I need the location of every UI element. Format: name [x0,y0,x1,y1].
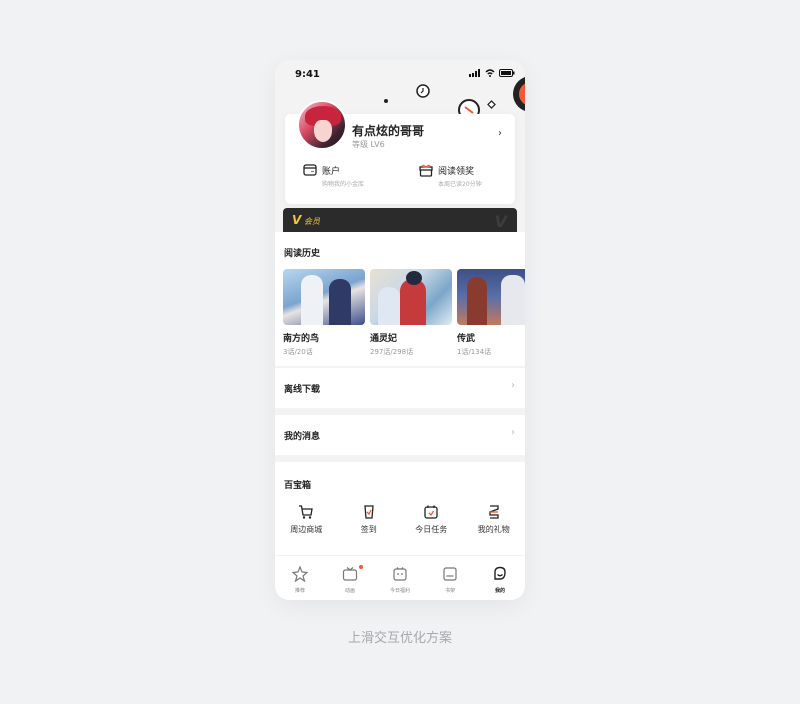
bookshelf-icon [443,567,457,581]
reading-reward-sub: 本周已读20分钟 [438,181,482,188]
tool-label: 周边商城 [290,525,323,534]
vip-watermark: V [494,212,507,231]
me-icon [494,566,506,580]
tab-me[interactable]: 我的 [475,556,525,600]
book-title: 传武 [457,334,476,344]
vip-banner[interactable]: V 会员 V [283,208,517,232]
wifi-icon [485,69,495,77]
vip-logo: V [292,213,302,227]
tv-icon [342,567,358,581]
dot-doodle-icon [384,99,388,103]
account-entry[interactable]: 账户 购物我的小金库 [303,164,364,188]
toolbox-grid: 周边商城 签到 今日任务 我的礼物 [275,504,525,535]
book-item[interactable]: 南方的鸟 3话/20话 [283,269,365,357]
book-cover[interactable] [283,269,365,325]
book-title: 通灵妃 [370,334,398,344]
my-messages-label: 我的消息 [284,432,321,442]
offline-download-label: 离线下载 [284,385,321,395]
book-title: 南方的鸟 [283,334,320,344]
reading-reward-label: 阅读领奖 [438,167,475,177]
giftbox-icon [419,164,433,177]
reading-reward-entry[interactable]: 阅读领奖 本周已读20分钟 [419,164,482,188]
tab-label: 今日福利 [389,588,410,594]
status-icons [469,69,515,77]
tool-label: 签到 [360,525,377,534]
tool-label: 我的礼物 [477,525,510,534]
recommend-icon [291,565,309,583]
status-bar: 9:41 [275,60,525,90]
book-cover[interactable] [370,269,452,325]
book-progress: 1话/134话 [457,348,492,356]
book-cover[interactable] [457,269,525,325]
tool-checkin[interactable]: 签到 [338,504,401,535]
phone-frame: 9:41 有点炫的哥哥 等级 LV6 › 账户 购物我的小金库 阅读领奖 本周已… [275,60,525,600]
tab-label: 书架 [444,588,455,594]
tool-gift[interactable]: 我的礼物 [463,504,526,535]
bottom-tab-bar: 推荐 动画 今日福利 书架 我的 [275,555,525,600]
tool-shop[interactable]: 周边商城 [275,504,338,535]
profile-chevron-icon[interactable]: › [498,128,502,139]
notification-badge [359,565,363,569]
orange-circle-doodle-icon [513,77,525,111]
bonus-icon [393,567,407,581]
book-progress: 3话/20话 [283,348,313,356]
reading-history-title: 阅读历史 [284,249,321,259]
tab-animation[interactable]: 动画 [325,556,375,600]
tab-recommend[interactable]: 推荐 [275,556,325,600]
tool-label: 今日任务 [415,525,448,534]
tab-bookshelf[interactable]: 书架 [425,556,475,600]
clock-doodle-icon [416,84,430,98]
wallet-icon [303,164,317,176]
vip-label: 会员 [304,217,320,226]
gift-icon [489,505,499,519]
user-name: 有点炫的哥哥 [352,124,425,138]
checkin-icon [364,505,374,519]
user-level: 等级 LV6 [352,140,385,149]
tab-label: 我的 [494,588,505,594]
tab-label: 动画 [344,588,355,594]
diamond-doodle-icon [487,100,496,109]
task-icon [424,505,438,519]
caption-text: 上滑交互优化方案 [347,631,452,646]
toolbox-title: 百宝箱 [284,481,312,491]
status-time: 9:41 [295,69,320,80]
signal-icon [469,69,480,77]
account-label: 账户 [322,167,341,177]
reading-history-list: 南方的鸟 3话/20话 通灵妃 297话/298话 传武 1话/134话 [283,269,525,357]
cart-icon [299,505,314,519]
book-progress: 297话/298话 [370,348,414,356]
offline-download-chevron-icon: › [511,380,515,391]
my-messages-chevron-icon: › [511,427,515,438]
tool-task[interactable]: 今日任务 [400,504,463,535]
tab-bonus[interactable]: 今日福利 [375,556,425,600]
book-item[interactable]: 通灵妃 297话/298话 [370,269,452,357]
book-item[interactable]: 传武 1话/134话 [457,269,525,357]
account-sub: 购物我的小金库 [322,181,365,188]
avatar[interactable] [297,100,347,150]
tab-label: 推荐 [294,588,305,594]
